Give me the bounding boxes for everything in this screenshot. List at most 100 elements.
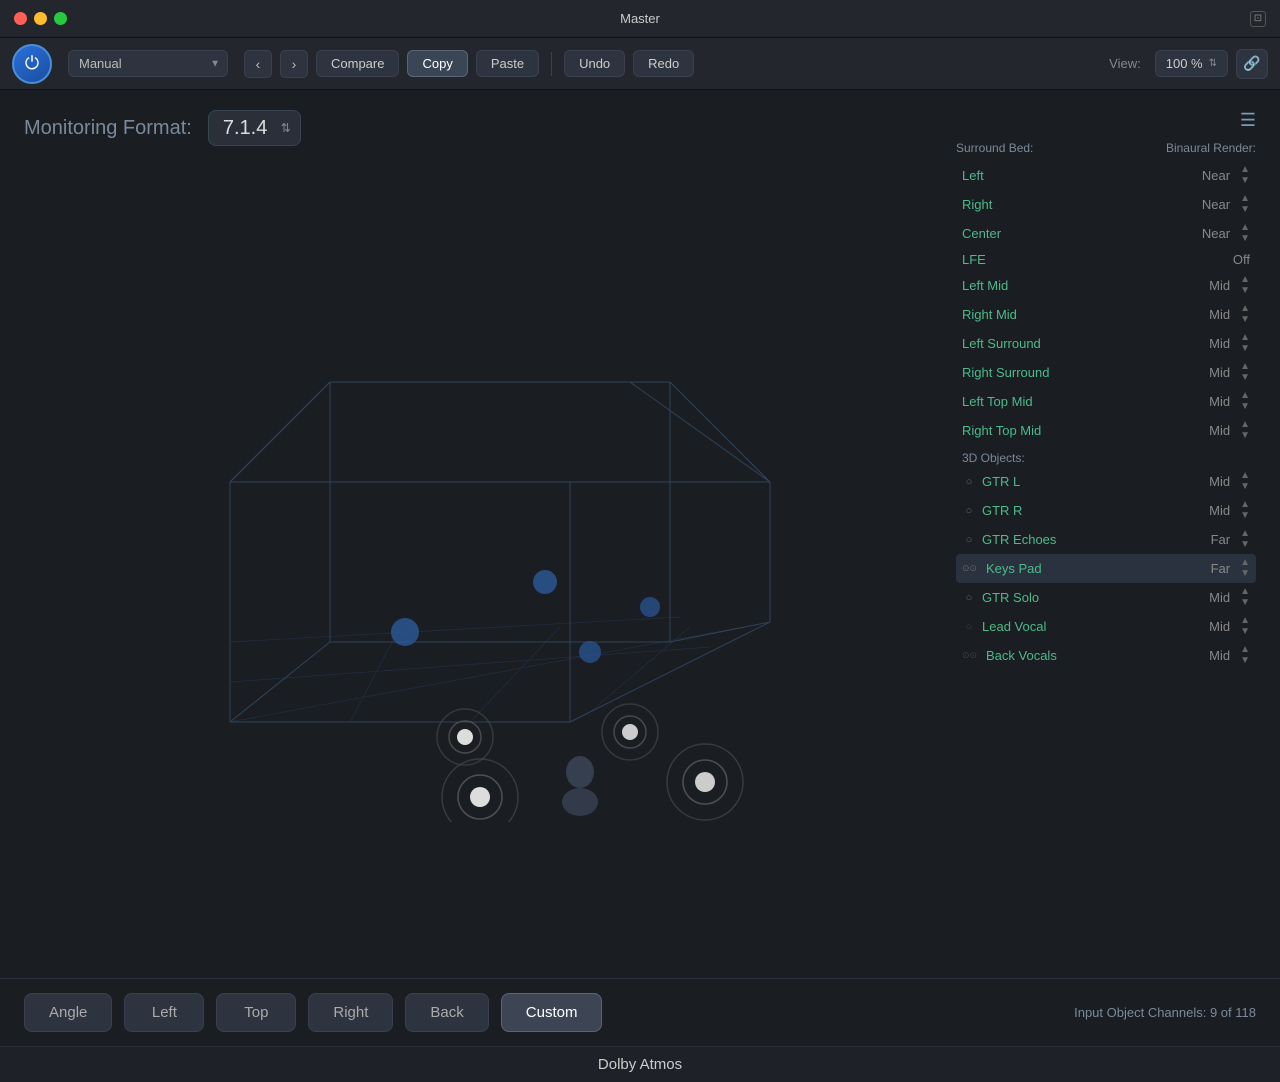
- channel-name-left-mid: Left Mid: [962, 278, 1194, 293]
- object-value-gtr-echoes: Far: [1200, 532, 1230, 547]
- object-name-keys-pad: Keys Pad: [986, 561, 1194, 576]
- surround-bed-label: Surround Bed:: [956, 141, 1033, 155]
- toolbar: ⏻ Manual Auto ▼ ‹ › Compare Copy Paste U…: [0, 38, 1280, 90]
- list-icon[interactable]: ☰: [1240, 110, 1256, 131]
- spinner-gtr-r[interactable]: ▲▼: [1240, 500, 1250, 521]
- channel-value-lfe: Off: [1233, 252, 1250, 267]
- manual-select[interactable]: Manual Auto: [68, 50, 228, 77]
- channel-value-right-mid: Mid: [1200, 307, 1230, 322]
- channel-row-left-top-mid[interactable]: Left Top Mid Mid ▲▼: [956, 387, 1256, 416]
- object-row-back-vocals[interactable]: ⊙⊙ Back Vocals Mid ▲▼: [956, 641, 1256, 670]
- spinner-left-surround[interactable]: ▲▼: [1240, 333, 1250, 354]
- power-icon: ⏻: [25, 53, 39, 74]
- object-name-gtr-l: GTR L: [982, 474, 1194, 489]
- channel-row-right[interactable]: Right Near ▲▼: [956, 190, 1256, 219]
- maximize-button[interactable]: [54, 12, 67, 25]
- link-icon: 🔗: [1243, 55, 1260, 72]
- nav-back-button[interactable]: ‹: [244, 50, 272, 78]
- channel-value-left-top-mid: Mid: [1200, 394, 1230, 409]
- view-back-button[interactable]: Back: [405, 993, 488, 1032]
- spinner-gtr-solo[interactable]: ▲▼: [1240, 587, 1250, 608]
- main-content: Monitoring Format: 7.1.4 5.1 7.1 ⇅: [0, 90, 1280, 978]
- cube-svg: [170, 302, 790, 822]
- channel-name-center: Center: [962, 226, 1194, 241]
- compare-button[interactable]: Compare: [316, 50, 399, 77]
- object-name-lead-vocal: Lead Vocal: [982, 619, 1194, 634]
- channel-row-right-mid[interactable]: Right Mid Mid ▲▼: [956, 300, 1256, 329]
- copy-button[interactable]: Copy: [407, 50, 467, 77]
- minimize-button[interactable]: [34, 12, 47, 25]
- object-value-lead-vocal: Mid: [1200, 619, 1230, 634]
- object-row-keys-pad[interactable]: ⊙⊙ Keys Pad Far ▲▼: [956, 554, 1256, 583]
- input-channels-label: Input Object Channels: 9 of 118: [1074, 1005, 1256, 1020]
- object-name-gtr-echoes: GTR Echoes: [982, 532, 1194, 547]
- object-value-gtr-solo: Mid: [1200, 590, 1230, 605]
- view-right-button[interactable]: Right: [308, 993, 393, 1032]
- spinner-keys-pad[interactable]: ▲▼: [1240, 558, 1250, 579]
- spinner-back-vocals[interactable]: ▲▼: [1240, 645, 1250, 666]
- channel-name-right: Right: [962, 197, 1194, 212]
- expand-icon[interactable]: ⊡: [1250, 11, 1266, 27]
- link-button[interactable]: 🔗: [1236, 49, 1268, 79]
- channel-value-left: Near: [1200, 168, 1230, 183]
- power-button[interactable]: ⏻: [12, 44, 52, 84]
- format-select[interactable]: 7.1.4 5.1 7.1: [208, 110, 301, 146]
- spinner-left-top-mid[interactable]: ▲▼: [1240, 391, 1250, 412]
- view-left-button[interactable]: Left: [124, 993, 204, 1032]
- panel-header-row: ☰: [956, 110, 1256, 131]
- channel-name-left-surround: Left Surround: [962, 336, 1194, 351]
- object-icon-gtr-echoes: ○: [962, 533, 976, 547]
- channel-name-right-top-mid: Right Top Mid: [962, 423, 1194, 438]
- spinner-left[interactable]: ▲▼: [1240, 165, 1250, 186]
- object-icon-back-vocals: ⊙⊙: [962, 650, 980, 662]
- object-row-gtr-l[interactable]: ○ GTR L Mid ▲▼: [956, 467, 1256, 496]
- view-angle-button[interactable]: Angle: [24, 993, 112, 1032]
- view-custom-button[interactable]: Custom: [501, 993, 603, 1032]
- spinner-gtr-echoes[interactable]: ▲▼: [1240, 529, 1250, 550]
- channel-row-center[interactable]: Center Near ▲▼: [956, 219, 1256, 248]
- spinner-right[interactable]: ▲▼: [1240, 194, 1250, 215]
- nav-forward-button[interactable]: ›: [280, 50, 308, 78]
- channel-name-right-mid: Right Mid: [962, 307, 1194, 322]
- spinner-right-top-mid[interactable]: ▲▼: [1240, 420, 1250, 441]
- channel-row-left-surround[interactable]: Left Surround Mid ▲▼: [956, 329, 1256, 358]
- view-label: View:: [1109, 56, 1141, 71]
- spinner-lead-vocal[interactable]: ▲▼: [1240, 616, 1250, 637]
- close-button[interactable]: [14, 12, 27, 25]
- object-row-gtr-r[interactable]: ○ GTR R Mid ▲▼: [956, 496, 1256, 525]
- bottom-bar: Angle Left Top Right Back Custom Input O…: [0, 978, 1280, 1046]
- channel-row-left-mid[interactable]: Left Mid Mid ▲▼: [956, 271, 1256, 300]
- channel-value-left-mid: Mid: [1200, 278, 1230, 293]
- title-bar: Master ⊡: [0, 0, 1280, 38]
- object-row-gtr-echoes[interactable]: ○ GTR Echoes Far ▲▼: [956, 525, 1256, 554]
- right-panel: ☰ Surround Bed: Binaural Render: Left Ne…: [956, 110, 1256, 958]
- object-icon-gtr-r: ○: [962, 504, 976, 518]
- redo-button[interactable]: Redo: [633, 50, 694, 77]
- object-name-back-vocals: Back Vocals: [986, 648, 1194, 663]
- left-panel: Monitoring Format: 7.1.4 5.1 7.1 ⇅: [24, 110, 936, 958]
- view-percent-button[interactable]: 100 % ⇅: [1155, 50, 1228, 77]
- view-top-button[interactable]: Top: [216, 993, 296, 1032]
- spinner-gtr-l[interactable]: ▲▼: [1240, 471, 1250, 492]
- channel-name-right-surround: Right Surround: [962, 365, 1194, 380]
- object-row-lead-vocal[interactable]: ○ Lead Vocal Mid ▲▼: [956, 612, 1256, 641]
- expand-button[interactable]: ⊡: [1250, 11, 1266, 27]
- spinner-left-mid[interactable]: ▲▼: [1240, 275, 1250, 296]
- spinner-right-surround[interactable]: ▲▼: [1240, 362, 1250, 383]
- surround-bed-table: Left Near ▲▼ Right Near ▲▼ Center Near ▲…: [956, 161, 1256, 445]
- channel-row-right-top-mid[interactable]: Right Top Mid Mid ▲▼: [956, 416, 1256, 445]
- spinner-right-mid[interactable]: ▲▼: [1240, 304, 1250, 325]
- spinner-center[interactable]: ▲▼: [1240, 223, 1250, 244]
- monitoring-label: Monitoring Format:: [24, 117, 192, 140]
- channel-row-lfe[interactable]: LFE Off: [956, 248, 1256, 271]
- object-name-gtr-solo: GTR Solo: [982, 590, 1194, 605]
- object-row-gtr-solo[interactable]: ○ GTR Solo Mid ▲▼: [956, 583, 1256, 612]
- channel-row-left[interactable]: Left Near ▲▼: [956, 161, 1256, 190]
- object-value-keys-pad: Far: [1200, 561, 1230, 576]
- channel-value-center: Near: [1200, 226, 1230, 241]
- undo-button[interactable]: Undo: [564, 50, 625, 77]
- channel-row-right-surround[interactable]: Right Surround Mid ▲▼: [956, 358, 1256, 387]
- paste-button[interactable]: Paste: [476, 50, 539, 77]
- toolbar-divider: [551, 52, 552, 76]
- channel-name-left-top-mid: Left Top Mid: [962, 394, 1194, 409]
